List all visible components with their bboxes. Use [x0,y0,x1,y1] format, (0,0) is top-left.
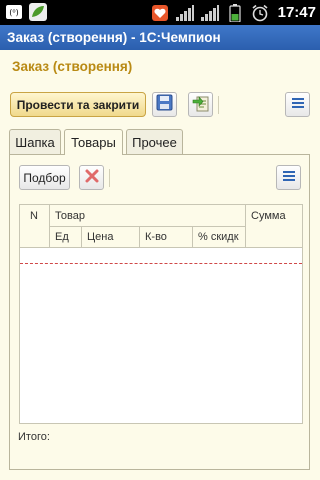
delete-row-button[interactable] [79,165,104,190]
svg-text:(⁰): (⁰) [9,8,18,17]
battery-icon [225,3,245,23]
new-row-indicator [20,263,302,264]
menu-icon [291,95,305,114]
save-icon [156,94,173,115]
tab-other[interactable]: Прочее [126,129,183,154]
col-divider [245,205,246,248]
col-divider [192,226,193,248]
goods-table[interactable]: N Товар Сумма Ед Цена К-во % скидк [19,204,303,424]
more-actions-button[interactable] [285,92,310,117]
form-title: Заказ (створення) [12,59,133,74]
col-discount[interactable]: % скидк [194,228,239,246]
delete-icon [84,168,100,188]
col-sum[interactable]: Сумма [247,207,286,225]
notification-icon [150,3,170,23]
goods-tab-panel: Подбор N Товар Сумма Ед Цена К-во % скид… [9,154,310,470]
leaf-icon [28,2,48,22]
signal-icon-2 [200,3,220,23]
status-bar: (⁰) 17:47 [0,0,320,25]
post-icon [192,94,210,116]
pick-button[interactable]: Подбор [19,165,70,190]
tab-header[interactable]: Шапка [9,129,61,154]
goods-menu-button[interactable] [276,165,301,190]
col-divider [81,226,82,248]
toolbar-separator [218,96,219,114]
col-unit[interactable]: Ед [51,228,69,246]
window-title: Заказ (створення) - 1С:Чемпион [0,25,320,50]
save-button[interactable] [152,92,177,117]
clock: 17:47 [277,4,316,21]
col-product[interactable]: Товар [51,207,85,225]
col-number[interactable]: N [26,207,38,225]
alarm-icon [250,3,270,23]
menu-icon [282,168,296,187]
total-label: Итого: [18,431,50,443]
tab-goods[interactable]: Товары [64,129,123,155]
col-divider [139,226,140,248]
goods-table-header: N Товар Сумма Ед Цена К-во % скидк [20,205,302,248]
col-price[interactable]: Цена [83,228,113,246]
panel-toolbar-separator [109,169,110,187]
post-button[interactable] [188,92,213,117]
usb-debug-icon: (⁰) [4,2,24,22]
signal-icon [175,3,195,23]
post-and-close-button[interactable]: Провести та закрити [10,92,146,117]
header-row-divider [49,226,245,227]
col-quantity[interactable]: К-во [141,228,167,246]
